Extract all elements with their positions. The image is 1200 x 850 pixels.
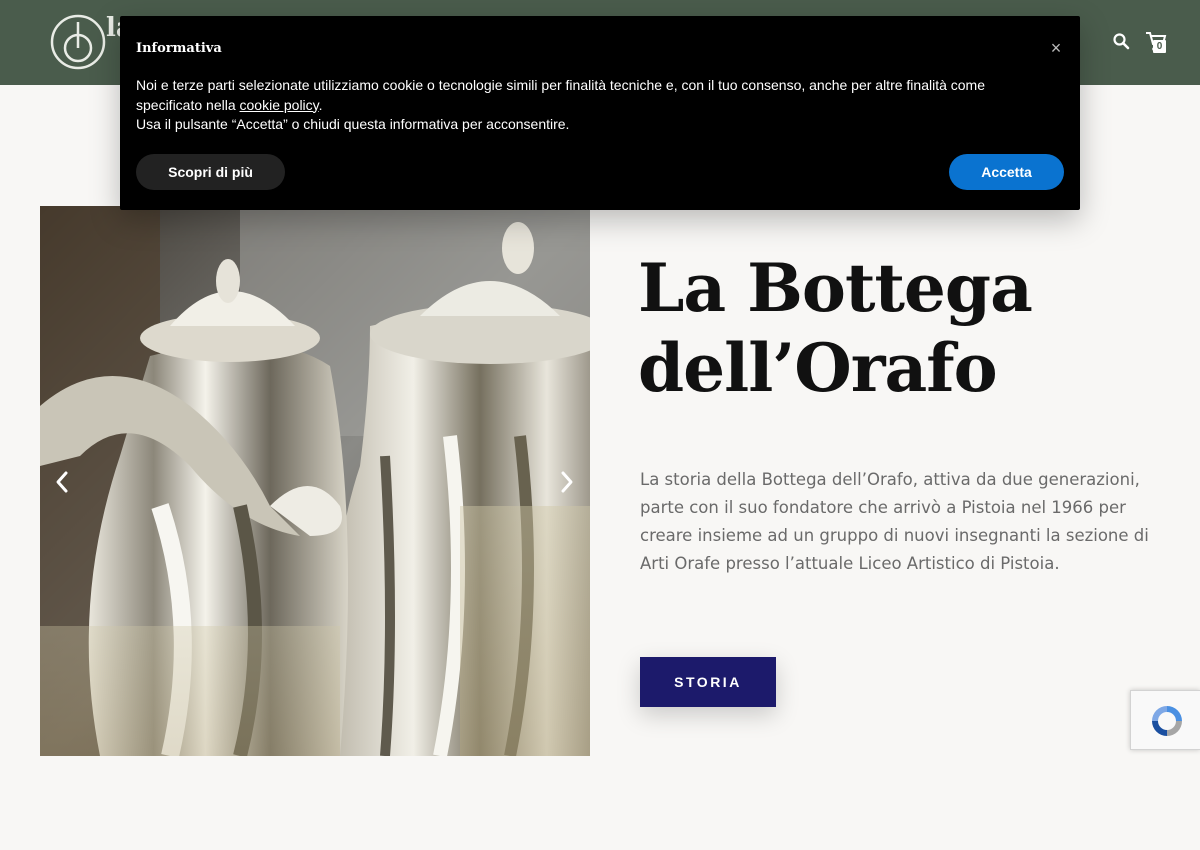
cookie-banner-title: Informativa	[136, 41, 222, 56]
hero-description: La storia della Bottega dell’Orafo, atti…	[640, 470, 1149, 573]
cookie-text-line2: Usa il pulsante “Accetta” o chiudi quest…	[136, 116, 570, 132]
chevron-left-icon[interactable]	[52, 468, 72, 496]
cookie-policy-link[interactable]: cookie policy	[240, 97, 319, 113]
silver-teapot-image	[40, 206, 590, 756]
close-icon[interactable]: ×	[1046, 38, 1066, 58]
recaptcha-icon	[1152, 706, 1182, 736]
logo-icon[interactable]	[50, 14, 106, 70]
hero-slider[interactable]	[40, 206, 590, 756]
recaptcha-badge[interactable]	[1130, 690, 1200, 750]
accept-button[interactable]: Accetta	[949, 154, 1064, 190]
cookie-text-part2: .	[318, 96, 323, 113]
chevron-right-icon[interactable]	[557, 468, 577, 496]
cookie-banner-text: Noi e terze parti selezionate utilizziam…	[136, 76, 1036, 135]
page-title-line1: La Bottega	[638, 249, 1033, 327]
page-title: La Bottega dell’Orafo	[638, 248, 1178, 408]
cookie-banner: Informativa × Noi e terze parti selezion…	[120, 16, 1080, 210]
learn-more-button[interactable]: Scopri di più	[136, 154, 285, 190]
storia-button[interactable]: STORIA	[640, 657, 776, 707]
page-title-line2: dell’Orafo	[638, 329, 998, 407]
cart-count-badge: 0	[1153, 40, 1166, 53]
search-icon[interactable]	[1112, 32, 1130, 50]
